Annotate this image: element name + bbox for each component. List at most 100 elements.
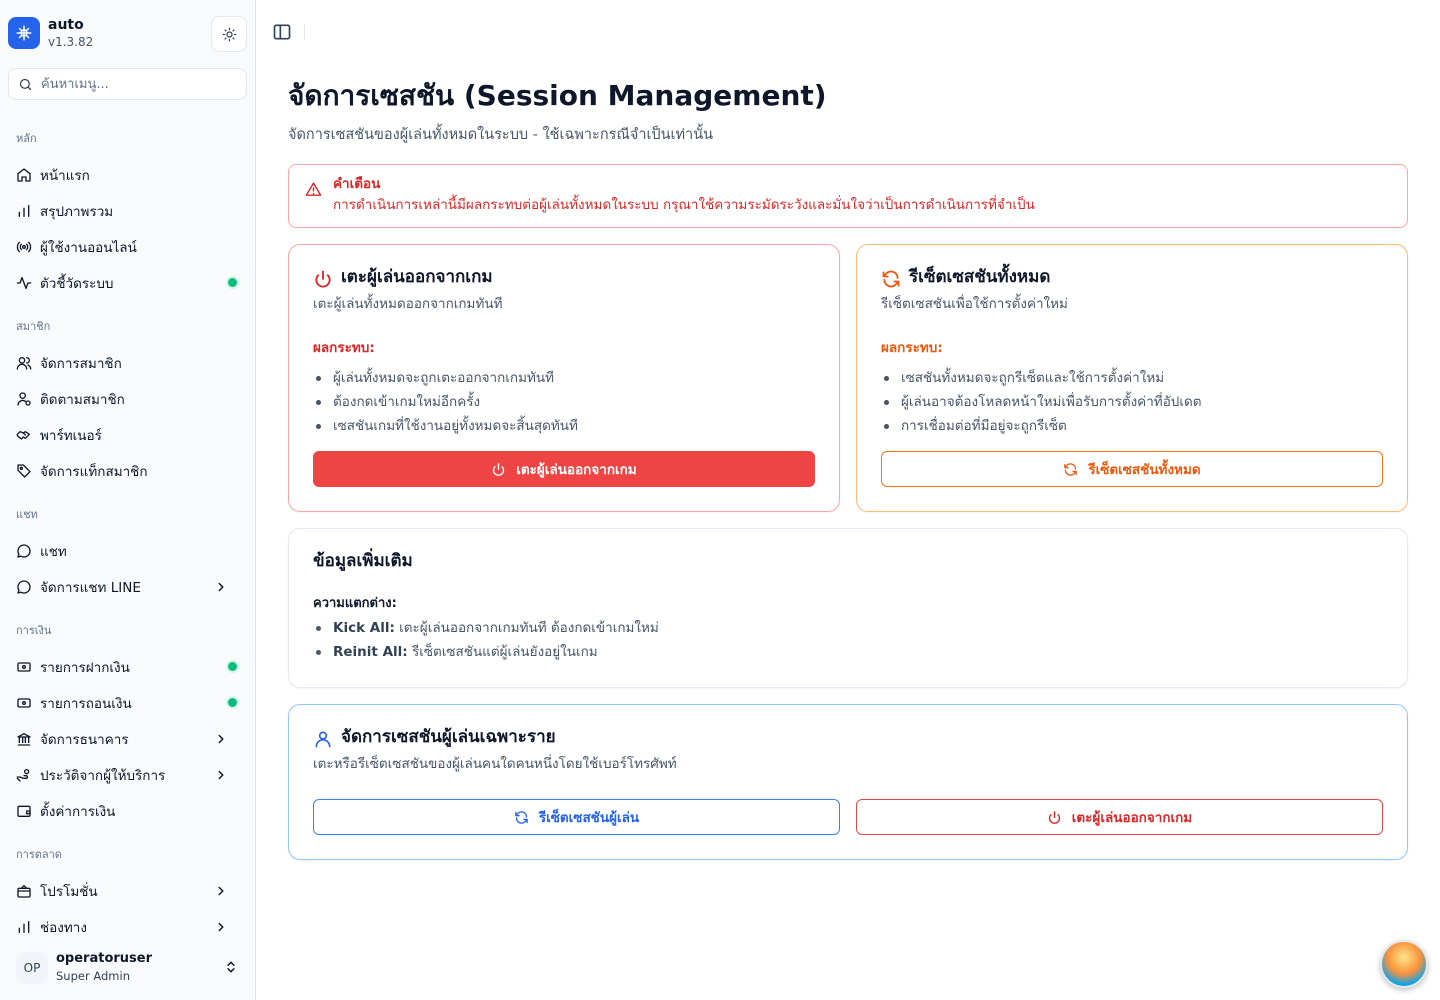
floating-assistant-button[interactable] bbox=[1380, 940, 1428, 988]
sidebar-item-finance-settings[interactable]: ตั้งค่าการเงิน bbox=[8, 795, 248, 827]
sidebar-item-member-tags[interactable]: จัดการแท็กสมาชิก bbox=[8, 455, 248, 487]
brand: auto v1.3.82 bbox=[8, 16, 248, 52]
deposit-icon bbox=[17, 662, 31, 672]
sidebar-item-deposits[interactable]: รายการฝากเงิน bbox=[8, 651, 248, 683]
list-item: ผู้เล่นอาจต้องโหลดหน้าใหม่เพื่อรับการตั้… bbox=[884, 390, 1202, 414]
user-name: operatoruser bbox=[56, 951, 153, 966]
sidebar-item-online-users[interactable]: ผู้ใช้งานออนไลน์ bbox=[8, 231, 248, 263]
reset-all-button[interactable]: รีเซ็ตเซสชันทั้งหมด bbox=[881, 451, 1383, 487]
online-status-dot bbox=[228, 662, 237, 671]
reset-player-session-button[interactable]: รีเซ็ตเซสชันผู้เล่น bbox=[313, 799, 840, 835]
term-description: รีเซ็ตเซสชันแต่ผู้เล่นยังอยู่ในเกม bbox=[411, 644, 598, 660]
sidebar-item-manage-members[interactable]: จัดการสมาชิก bbox=[8, 347, 248, 379]
sidebar-item-withdrawals[interactable]: รายการถอนเงิน bbox=[8, 687, 248, 719]
chevron-right-icon bbox=[218, 922, 224, 932]
sidebar-item-partners[interactable]: พาร์ทเนอร์ bbox=[8, 419, 248, 451]
single-player-session-card: จัดการเซสชันผู้เล่นเฉพาะราย เตะหรือรีเซ็… bbox=[288, 704, 1408, 860]
sidebar: auto v1.3.82 หลัก หน้าแรก สรุปภาพรวม ผู้… bbox=[0, 0, 256, 1000]
sidebar-item-track-members[interactable]: ติดตามสมาชิก bbox=[8, 383, 248, 415]
alert-description: การดำเนินการเหล่านี้มีผลกระทบต่อผู้เล่นท… bbox=[333, 197, 1035, 213]
sidebar-item-label: ตั้งค่าการเงิน bbox=[40, 804, 116, 820]
menu-search[interactable] bbox=[8, 68, 247, 100]
sidebar-item-provider-history[interactable]: ประวัติจากผู้ให้บริการ bbox=[8, 759, 248, 791]
power-icon bbox=[315, 270, 331, 288]
divider bbox=[304, 24, 305, 40]
kick-all-button[interactable]: เตะผู้เล่นออกจากเกม bbox=[313, 451, 815, 487]
panel-left-icon bbox=[273, 24, 291, 40]
tag-icon bbox=[17, 464, 31, 478]
menu-search-input[interactable] bbox=[41, 73, 241, 95]
refresh-icon bbox=[515, 810, 528, 824]
additional-info-card: ข้อมูลเพิ่มเติม ความแตกต่าง: Kick All: เ… bbox=[288, 528, 1408, 688]
sidebar-item-label: ติดตามสมาชิก bbox=[40, 392, 125, 408]
button-label: เตะผู้เล่นออกจากเกม bbox=[1071, 810, 1193, 826]
sidebar-item-label: จัดการแชท LINE bbox=[40, 580, 141, 596]
list-item: Kick All: เตะผู้เล่นออกจากเกมทันที ต้องก… bbox=[316, 616, 659, 640]
power-icon bbox=[493, 462, 505, 476]
group-label-chat: แชท bbox=[16, 508, 38, 521]
sidebar-item-channels[interactable]: ช่องทาง bbox=[8, 911, 248, 943]
user-icon bbox=[315, 731, 331, 748]
sun-icon bbox=[222, 27, 236, 41]
sidebar-item-label: โปรโมชั่น bbox=[40, 884, 98, 900]
term-label: Reinit All: bbox=[333, 644, 408, 660]
chevron-right-icon bbox=[218, 886, 224, 896]
warning-alert: คำเตือน การดำเนินการเหล่านี้มีผลกระทบต่อ… bbox=[288, 164, 1408, 228]
app-name: auto bbox=[48, 17, 84, 33]
difference-label: ความแตกต่าง: bbox=[313, 596, 397, 611]
sidebar-toggle-button[interactable] bbox=[272, 22, 292, 42]
sidebar-item-label: แชท bbox=[40, 544, 67, 560]
impact-list: เซสชันทั้งหมดจะถูกรีเซ็ตและใช้การตั้งค่า… bbox=[884, 366, 1202, 438]
chevron-right-icon bbox=[218, 770, 224, 780]
sidebar-item-label: จัดการธนาคาร bbox=[40, 732, 129, 748]
message-circle-icon bbox=[17, 544, 31, 558]
reset-all-card: รีเซ็ตเซสชันทั้งหมด รีเซ็ตเซสชันเพื่อใช้… bbox=[856, 244, 1408, 512]
sidebar-item-label: รายการฝากเงิน bbox=[40, 660, 130, 676]
user-role: Super Admin bbox=[56, 969, 130, 983]
sidebar-item-label: สรุปภาพรวม bbox=[40, 204, 114, 220]
card-description: เตะผู้เล่นทั้งหมดออกจากเกมทันที bbox=[313, 296, 503, 312]
wallet-icon bbox=[17, 805, 31, 817]
list-item: ผู้เล่นทั้งหมดจะถูกเตะออกจากเกมทันที bbox=[316, 366, 578, 390]
theme-toggle-button[interactable] bbox=[211, 16, 247, 52]
sidebar-item-home[interactable]: หน้าแรก bbox=[8, 159, 248, 191]
impact-label: ผลกระทบ: bbox=[313, 340, 375, 356]
sidebar-item-label: ผู้ใช้งานออนไลน์ bbox=[40, 240, 137, 256]
sidebar-item-promotions[interactable]: โปรโมชั่น bbox=[8, 875, 248, 907]
power-icon bbox=[1048, 810, 1060, 824]
online-status-dot bbox=[228, 698, 237, 707]
alert-title: คำเตือน bbox=[333, 176, 381, 192]
difference-list: Kick All: เตะผู้เล่นออกจากเกมทันที ต้องก… bbox=[316, 616, 659, 664]
button-label: เตะผู้เล่นออกจากเกม bbox=[516, 462, 637, 478]
message-circle-icon bbox=[17, 580, 31, 594]
sidebar-item-label: ตัวชี้วัดระบบ bbox=[40, 276, 114, 292]
chevrons-up-down-icon bbox=[227, 961, 235, 973]
sidebar-item-overview[interactable]: สรุปภาพรวม bbox=[8, 195, 248, 227]
bank-icon bbox=[17, 733, 31, 746]
chevron-right-icon bbox=[218, 582, 224, 592]
handshake-icon bbox=[16, 431, 30, 440]
sidebar-item-chat[interactable]: แชท bbox=[8, 535, 248, 567]
sidebar-item-label: ช่องทาง bbox=[40, 920, 87, 936]
users-icon bbox=[16, 357, 32, 370]
bar-chart-icon bbox=[18, 921, 30, 933]
search-icon bbox=[19, 78, 32, 91]
list-item: เซสชันทั้งหมดจะถูกรีเซ็ตและใช้การตั้งค่า… bbox=[884, 366, 1202, 390]
sidebar-item-banks[interactable]: จัดการธนาคาร bbox=[8, 723, 248, 755]
chevron-right-icon bbox=[218, 734, 224, 744]
term-description: เตะผู้เล่นออกจากเกมทันที ต้องกดเข้าเกมให… bbox=[399, 620, 659, 636]
card-description: รีเซ็ตเซสชันเพื่อใช้การตั้งค่าใหม่ bbox=[881, 296, 1068, 312]
activity-icon bbox=[16, 277, 32, 289]
app-logo-icon[interactable] bbox=[8, 17, 40, 49]
list-item: ต้องกดเข้าเกมใหม่อีกครั้ง bbox=[316, 390, 578, 414]
sidebar-item-label: พาร์ทเนอร์ bbox=[40, 428, 102, 444]
sidebar-item-label: ประวัติจากผู้ให้บริการ bbox=[40, 768, 166, 784]
radio-icon bbox=[16, 241, 32, 253]
impact-list: ผู้เล่นทั้งหมดจะถูกเตะออกจากเกมทันที ต้อ… bbox=[316, 366, 578, 438]
button-label: รีเซ็ตเซสชันทั้งหมด bbox=[1088, 462, 1201, 478]
sidebar-item-line-chat[interactable]: จัดการแชท LINE bbox=[8, 571, 248, 603]
sidebar-item-system-metrics[interactable]: ตัวชี้วัดระบบ bbox=[8, 267, 248, 299]
kick-player-button[interactable]: เตะผู้เล่นออกจากเกม bbox=[856, 799, 1383, 835]
refresh-icon bbox=[882, 270, 900, 288]
user-menu[interactable]: OP operatoruser Super Admin bbox=[8, 944, 248, 992]
